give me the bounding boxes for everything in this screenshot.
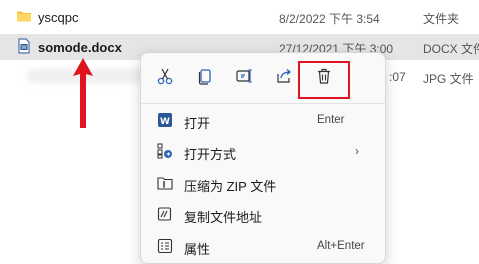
menu-item-label: 压缩为 ZIP 文件 (184, 179, 277, 194)
file-date: :07 (389, 70, 406, 84)
menu-item-open[interactable]: W 打开 Enter (141, 105, 385, 135)
file-type: 文件夹 (423, 12, 460, 26)
properties-icon (157, 238, 173, 254)
menu-item-shortcut: Enter (317, 114, 345, 126)
file-row-yscqpc[interactable]: yscqpc 8/2/2022 下午 3:54 文件夹 (0, 4, 479, 30)
annotation-arrow (73, 58, 93, 128)
delete-highlight-box (298, 61, 350, 99)
zip-icon (157, 175, 173, 191)
cut-button[interactable] (151, 63, 179, 89)
share-button[interactable] (270, 63, 298, 89)
menu-item-label: 打开 (184, 116, 211, 131)
context-menu: W 打开 Enter 打开方式 › 压缩为 ZIP 文件 复制文件地址 属性 A… (140, 52, 386, 264)
folder-icon (16, 8, 32, 24)
toolbar-divider (141, 103, 385, 104)
open-with-icon (157, 143, 173, 159)
svg-text:W: W (160, 117, 170, 127)
svg-text:W: W (21, 45, 27, 51)
copy-path-icon (157, 206, 173, 222)
cut-icon (157, 68, 173, 85)
chevron-right-icon: › (355, 144, 359, 158)
copy-icon (198, 69, 211, 85)
file-type: JPG 文件 (423, 72, 474, 86)
rename-button[interactable] (230, 63, 258, 89)
menu-item-label: 复制文件地址 (184, 210, 263, 225)
share-icon (277, 69, 292, 83)
file-date: 8/2/2022 下午 3:54 (279, 12, 380, 26)
menu-item-copy-path[interactable]: 复制文件地址 (141, 199, 385, 229)
copy-button[interactable] (191, 63, 219, 89)
menu-item-open-with[interactable]: 打开方式 › (141, 136, 385, 166)
menu-item-shortcut: Alt+Enter (317, 240, 365, 252)
file-name: somode.docx (38, 40, 122, 55)
word-doc-icon: W (16, 38, 32, 54)
menu-item-compress-zip[interactable]: 压缩为 ZIP 文件 (141, 168, 385, 198)
rename-icon (236, 69, 252, 83)
file-type: DOCX 文件 (423, 42, 479, 56)
file-name: yscqpc (38, 10, 79, 25)
menu-item-label: 打开方式 (184, 147, 237, 162)
menu-item-properties[interactable]: 属性 Alt+Enter (141, 231, 385, 261)
word-app-icon: W (157, 112, 173, 128)
menu-item-label: 属性 (184, 242, 211, 257)
